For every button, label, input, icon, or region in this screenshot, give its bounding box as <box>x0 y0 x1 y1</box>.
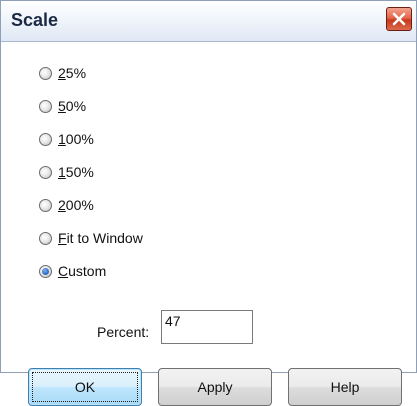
radio-button[interactable] <box>39 165 52 179</box>
scale-dialog: Scale 25% 50% 100% 150% 200% Fit to Wind… <box>0 0 417 406</box>
radio-25-percent[interactable]: 25% <box>39 63 86 83</box>
apply-button-label: Apply <box>197 379 233 395</box>
radio-fit-to-window[interactable]: Fit to Window <box>39 228 143 248</box>
ok-button[interactable]: OK <box>28 368 142 406</box>
radio-150-percent[interactable]: 150% <box>39 162 94 182</box>
radio-button-selected[interactable] <box>39 264 52 278</box>
percent-label: Percent: <box>97 324 150 340</box>
radio-button[interactable] <box>39 99 52 113</box>
radio-label: 100% <box>58 131 94 147</box>
radio-label: 150% <box>58 164 94 180</box>
help-button[interactable]: Help <box>288 368 402 406</box>
radio-label: Fit to Window <box>58 230 143 246</box>
radio-50-percent[interactable]: 50% <box>39 96 86 116</box>
close-button[interactable] <box>386 7 412 31</box>
dialog-title: Scale <box>11 10 59 30</box>
radio-button[interactable] <box>39 132 52 146</box>
close-icon <box>392 12 406 26</box>
radio-label: Custom <box>58 263 107 279</box>
radio-button[interactable] <box>39 66 52 80</box>
radio-button[interactable] <box>39 198 52 212</box>
radio-200-percent[interactable]: 200% <box>39 195 94 215</box>
radio-100-percent[interactable]: 100% <box>39 129 94 149</box>
title-bar: Scale <box>1 1 416 42</box>
radio-label: 25% <box>58 65 87 81</box>
radio-custom[interactable]: Custom <box>39 261 106 281</box>
ok-button-label: OK <box>74 379 96 395</box>
percent-input[interactable] <box>161 310 253 344</box>
apply-button[interactable]: Apply <box>158 368 272 406</box>
radio-label: 200% <box>58 197 94 213</box>
help-button-label: Help <box>330 379 360 395</box>
radio-label: 50% <box>58 98 87 114</box>
dialog-content: 25% 50% 100% 150% 200% Fit to Window Cus… <box>9 49 407 406</box>
radio-button[interactable] <box>39 231 52 245</box>
